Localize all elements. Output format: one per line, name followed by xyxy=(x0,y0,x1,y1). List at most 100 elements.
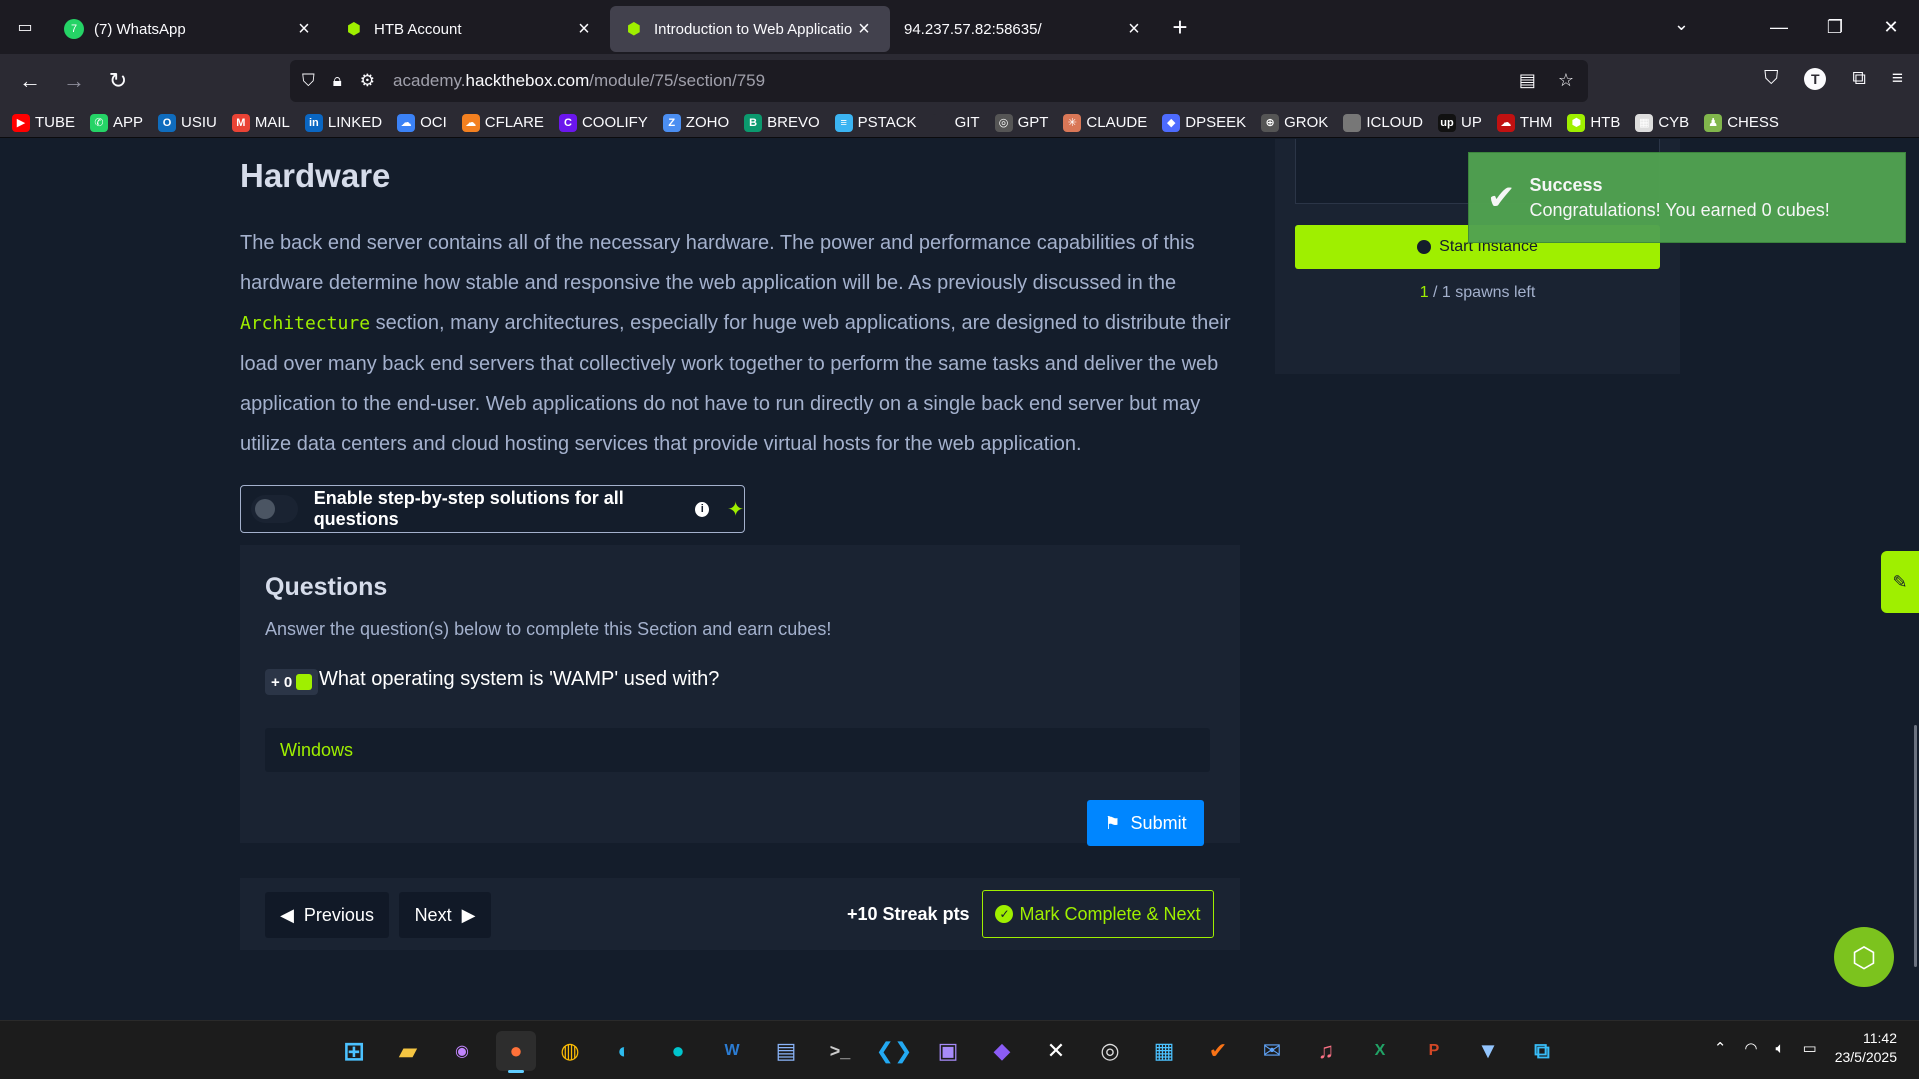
battery-icon[interactable]: ▭ xyxy=(1803,1039,1817,1057)
cube-floating-button[interactable]: ⬡ xyxy=(1834,927,1894,987)
bookmark-up[interactable]: up UP xyxy=(1438,113,1482,132)
powerpoint-icon[interactable]: P xyxy=(1414,1031,1454,1071)
step-by-step-toggle[interactable] xyxy=(251,495,298,523)
info-icon[interactable]: i xyxy=(695,501,710,517)
permissions-icon[interactable]: ⚙ xyxy=(360,71,375,91)
bookmark-chess[interactable]: ♟ CHESS xyxy=(1704,113,1779,132)
restore-icon[interactable]: ❐ xyxy=(1807,17,1863,38)
bookmark-htb[interactable]: ⬢ HTB xyxy=(1567,113,1620,132)
bookmark-label: PSTACK xyxy=(857,114,917,131)
wifi-icon[interactable]: ◠ xyxy=(1744,1039,1757,1057)
answer-input[interactable]: Windows xyxy=(265,728,1210,772)
mail-icon[interactable]: ✉ xyxy=(1252,1031,1292,1071)
forward-icon[interactable]: → xyxy=(52,68,96,94)
bookmark-star-icon[interactable]: ☆ xyxy=(1558,70,1574,91)
virtualbox-icon[interactable]: ⧉ xyxy=(1522,1031,1562,1071)
bookmark-cflare[interactable]: ☁ CFLARE xyxy=(461,113,544,132)
tab-list-icon[interactable]: ▭ xyxy=(0,0,50,54)
url-text[interactable]: academy.hackthebox.com/module/75/section… xyxy=(393,71,765,91)
bookmark-grok[interactable]: ⊕ GROK xyxy=(1261,113,1328,132)
bookmark-git[interactable]: GIT xyxy=(931,113,980,132)
bookmark-zoho[interactable]: Z ZOHO xyxy=(662,113,729,132)
tab-whatsapp[interactable]: 7 (7) WhatsApp × xyxy=(50,6,330,52)
submit-button[interactable]: ⚑ Submit xyxy=(1087,800,1204,846)
edge-icon[interactable]: ◐ xyxy=(604,1031,644,1071)
volume-icon[interactable]: 🔈︎ xyxy=(1776,1040,1785,1057)
scrollbar-thumb[interactable] xyxy=(1914,725,1917,967)
toggle-label: Enable step-by-step solutions for all qu… xyxy=(313,488,624,529)
pencil-icon: ✎ xyxy=(1892,571,1908,592)
bookmark-gpt[interactable]: ◎ GPT xyxy=(994,113,1048,132)
vpn-icon[interactable]: ▼ xyxy=(1468,1031,1508,1071)
spawns-left: 1 / 1 spawns left xyxy=(1295,284,1660,302)
close-tab-icon[interactable]: × xyxy=(572,18,596,41)
system-clock[interactable]: 11:42 23/5/2025 xyxy=(1835,1029,1897,1067)
excel-icon[interactable]: X xyxy=(1360,1031,1400,1071)
bookmark-oci[interactable]: ☁ OCI xyxy=(397,113,447,132)
reload-icon[interactable]: ↻ xyxy=(96,68,140,94)
app-square-icon[interactable]: ▣ xyxy=(928,1031,968,1071)
success-toast[interactable]: ✔ Success Congratulations! You earned 0 … xyxy=(1468,152,1906,243)
bookmark-tube[interactable]: ▶ TUBE xyxy=(12,113,75,132)
menu-icon[interactable]: ≡ xyxy=(1892,68,1903,90)
todo-icon[interactable]: ✔ xyxy=(1198,1031,1238,1071)
bookmark-linked[interactable]: in LINKED xyxy=(304,113,382,132)
canva-icon[interactable]: ● xyxy=(658,1031,698,1071)
extensions-icon[interactable]: ⧉ xyxy=(1852,68,1866,90)
bookmark-coolify[interactable]: C COOLIFY xyxy=(558,113,648,132)
minimize-icon[interactable]: — xyxy=(1751,17,1807,38)
bookmark-cyb[interactable]: ▦ CYB xyxy=(1635,113,1689,132)
bookmark-usiu[interactable]: O USIU xyxy=(158,113,217,132)
next-button[interactable]: Next ▶ xyxy=(399,892,491,938)
windows-start-icon[interactable]: ⊞ xyxy=(334,1031,374,1071)
file-explorer-icon[interactable]: ▰ xyxy=(388,1031,428,1071)
back-icon[interactable]: ← xyxy=(8,68,52,94)
firefox-icon[interactable]: ● xyxy=(496,1031,536,1073)
bookmark-thm-icon: ☁ xyxy=(1496,113,1515,132)
reward-value: + 0 xyxy=(271,673,293,691)
capcut-icon[interactable]: ✕ xyxy=(1036,1031,1076,1071)
reader-view-icon[interactable]: ▤ xyxy=(1519,70,1536,91)
bookmark-dpseek[interactable]: ◆ DPSEEK xyxy=(1162,113,1246,132)
close-tab-icon[interactable]: × xyxy=(292,18,316,41)
whatsapp-icon: 7 xyxy=(64,19,84,39)
vscode-icon[interactable]: ❮❯ xyxy=(874,1031,914,1071)
chevron-up-icon[interactable]: ⌃ xyxy=(1714,1039,1727,1057)
mark-complete-button[interactable]: ✓ Mark Complete & Next xyxy=(982,890,1214,938)
bookmark-app[interactable]: ✆ APP xyxy=(90,113,143,132)
app-mask-icon[interactable]: ◉ xyxy=(442,1031,482,1071)
terminal-icon[interactable]: >_ xyxy=(820,1031,860,1071)
bookmark-claude[interactable]: ✳ CLAUDE xyxy=(1063,113,1147,132)
obs-icon[interactable]: ◎ xyxy=(1090,1031,1130,1071)
music-icon[interactable]: ♫ xyxy=(1306,1031,1346,1071)
account-avatar[interactable]: T xyxy=(1804,68,1827,90)
chrome-icon[interactable]: ◍ xyxy=(550,1031,590,1071)
lock-icon[interactable]: 🔒︎ xyxy=(333,71,342,91)
bookmark-thm[interactable]: ☁ THM xyxy=(1496,113,1552,132)
address-bar[interactable]: ⛉ 🔒︎ ⚙ academy.hackthebox.com/module/75/… xyxy=(290,60,1588,102)
bookmark-label: COOLIFY xyxy=(581,114,648,131)
word-icon[interactable]: W xyxy=(712,1031,752,1071)
shield-icon[interactable]: ⛉ xyxy=(302,71,315,91)
new-tab-button[interactable]: + xyxy=(1160,12,1200,43)
mark-complete-label: Mark Complete & Next xyxy=(1019,903,1201,924)
store-icon[interactable]: ▦ xyxy=(1144,1031,1184,1071)
tab-introduction-web-apps[interactable]: ⬢ Introduction to Web Applicatior × xyxy=(610,6,890,52)
chevron-down-icon[interactable]: ⌄ xyxy=(1674,14,1689,35)
pocket-icon[interactable]: ⛉ xyxy=(1764,68,1778,90)
tab-htb-account[interactable]: ⬢ HTB Account × xyxy=(330,6,610,52)
previous-button[interactable]: ◀ Previous xyxy=(265,892,389,938)
bookmark-mail[interactable]: M MAIL xyxy=(231,113,290,132)
obsidian-icon[interactable]: ◆ xyxy=(982,1031,1022,1071)
notepad-icon[interactable]: ▤ xyxy=(766,1031,806,1071)
cube-icon: ⬡ xyxy=(1851,941,1877,973)
bookmark-claude-icon: ✳ xyxy=(1063,113,1082,132)
bookmark-icloud[interactable]: ICLOUD xyxy=(1343,113,1423,132)
edit-pencil-tab[interactable]: ✎ xyxy=(1881,551,1919,613)
tab-ip-address[interactable]: 94.237.57.82:58635/ × xyxy=(890,6,1160,52)
close-window-icon[interactable]: ✕ xyxy=(1863,17,1919,38)
bookmark-brevo[interactable]: B BREVO xyxy=(744,113,820,132)
close-tab-icon[interactable]: × xyxy=(1122,18,1146,41)
close-tab-icon[interactable]: × xyxy=(852,18,876,41)
bookmark-pstack[interactable]: ≡ PSTACK xyxy=(834,113,917,132)
